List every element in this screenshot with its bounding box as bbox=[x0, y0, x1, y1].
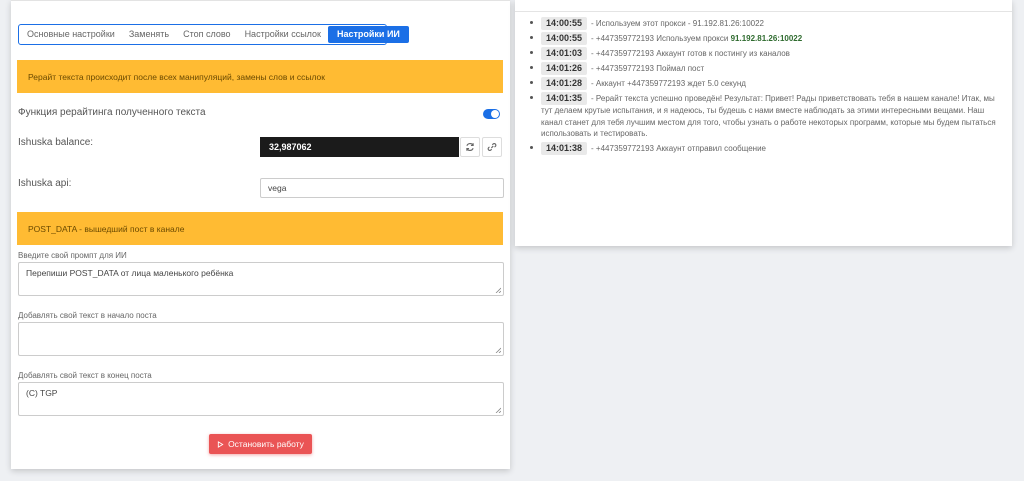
api-label: Ishuska api: bbox=[18, 178, 72, 189]
tab-ai-settings[interactable]: Настройки ИИ bbox=[327, 26, 409, 43]
balance-label: Ishuska balance: bbox=[18, 137, 94, 148]
prompt-textarea[interactable]: Перепиши POST_DATA от лица маленького ре… bbox=[18, 262, 504, 296]
resize-grip-icon[interactable] bbox=[495, 287, 501, 293]
log-text: - +447359772193 Аккаунт готов к постингу… bbox=[591, 49, 790, 58]
stop-work-button[interactable]: Остановить работу bbox=[209, 434, 312, 454]
log-text: - +447359772193 Поймал пост bbox=[591, 64, 705, 73]
api-input[interactable] bbox=[260, 178, 504, 198]
log-list: 14:00:55- Используем этот прокси - 91.19… bbox=[529, 17, 1003, 157]
post-data-alert: POST_DATA - вышедший пост в канале bbox=[17, 212, 503, 245]
tab-stop-word[interactable]: Стоп слово bbox=[176, 26, 237, 43]
rewrite-function-label: Функция рерайтинга полученного текста bbox=[18, 107, 206, 118]
log-time: 14:00:55 bbox=[541, 17, 588, 30]
log-entry: 14:01:35- Рерайт текста успешно проведён… bbox=[529, 92, 1003, 140]
log-text: - Рерайт текста успешно проведён! Резуль… bbox=[541, 94, 996, 138]
log-panel: 14:00:55- Используем этот прокси - 91.19… bbox=[515, 0, 1012, 246]
resize-grip-icon[interactable] bbox=[495, 347, 501, 353]
log-text: - Используем этот прокси - 91.192.81.26:… bbox=[591, 19, 764, 28]
log-text: - +447359772193 Аккаунт отправил сообщен… bbox=[591, 143, 767, 153]
log-time: 14:01:38 bbox=[541, 141, 588, 155]
log-time: 14:01:35 bbox=[541, 92, 588, 105]
log-entry: 14:01:26- +447359772193 Поймал пост bbox=[529, 62, 1003, 75]
log-entry: 14:00:55- Используем этот прокси - 91.19… bbox=[529, 17, 1003, 30]
log-time: 14:01:26 bbox=[541, 62, 588, 75]
play-icon bbox=[217, 440, 224, 448]
log-time: 14:01:28 bbox=[541, 77, 588, 90]
post-data-text: POST_DATA - вышедший пост в канале bbox=[28, 223, 185, 234]
settings-tabs: Основные настройки Заменять Стоп слово Н… bbox=[18, 24, 409, 45]
log-entry: 14:01:28- Аккаунт +447359772193 ждет 5.0… bbox=[529, 77, 1003, 90]
balance-link-button[interactable] bbox=[482, 137, 502, 157]
balance-value: 32,987062 bbox=[260, 137, 459, 157]
rewrite-info-alert: Рерайт текста происходит после всех мани… bbox=[17, 60, 503, 93]
suffix-textarea[interactable]: (C) TGP bbox=[18, 382, 504, 416]
suffix-label: Добавлять свой текст в конец поста bbox=[18, 371, 152, 380]
log-panel-divider bbox=[515, 11, 1012, 12]
log-entry: 14:01:38- +447359772193 Аккаунт отправил… bbox=[529, 141, 1003, 155]
log-proxy-highlight: 91.192.81.26:10022 bbox=[730, 34, 803, 43]
tab-replace[interactable]: Заменять bbox=[122, 26, 176, 43]
log-entry: 14:01:03- +447359772193 Аккаунт готов к … bbox=[529, 47, 1003, 60]
resize-grip-icon[interactable] bbox=[495, 407, 501, 413]
log-entry: 14:00:55- +447359772193 Используем прокс… bbox=[529, 32, 1003, 45]
log-text: - +447359772193 Используем прокси bbox=[591, 34, 731, 43]
prompt-label: Введите свой промпт для ИИ bbox=[18, 251, 127, 260]
log-time: 14:00:55 bbox=[541, 32, 588, 45]
prefix-label: Добавлять свой текст в начало поста bbox=[18, 311, 157, 320]
refresh-icon bbox=[466, 143, 474, 151]
stop-work-label: Остановить работу bbox=[228, 439, 304, 449]
tab-basic-settings[interactable]: Основные настройки bbox=[20, 26, 122, 43]
log-text: - Аккаунт +447359772193 ждет 5.0 секунд bbox=[591, 79, 746, 88]
prompt-text: Перепиши POST_DATA от лица маленького ре… bbox=[26, 268, 234, 278]
rewrite-info-text: Рерайт текста происходит после всех мани… bbox=[28, 71, 325, 82]
suffix-text: (C) TGP bbox=[26, 388, 58, 398]
settings-panel: Основные настройки Заменять Стоп слово Н… bbox=[11, 0, 510, 469]
prefix-textarea[interactable] bbox=[18, 322, 504, 356]
refresh-balance-button[interactable] bbox=[460, 137, 480, 157]
link-icon bbox=[487, 143, 497, 151]
log-time: 14:01:03 bbox=[541, 47, 588, 60]
rewrite-toggle[interactable] bbox=[483, 109, 500, 119]
tab-link-settings[interactable]: Настройки ссылок bbox=[238, 26, 328, 43]
